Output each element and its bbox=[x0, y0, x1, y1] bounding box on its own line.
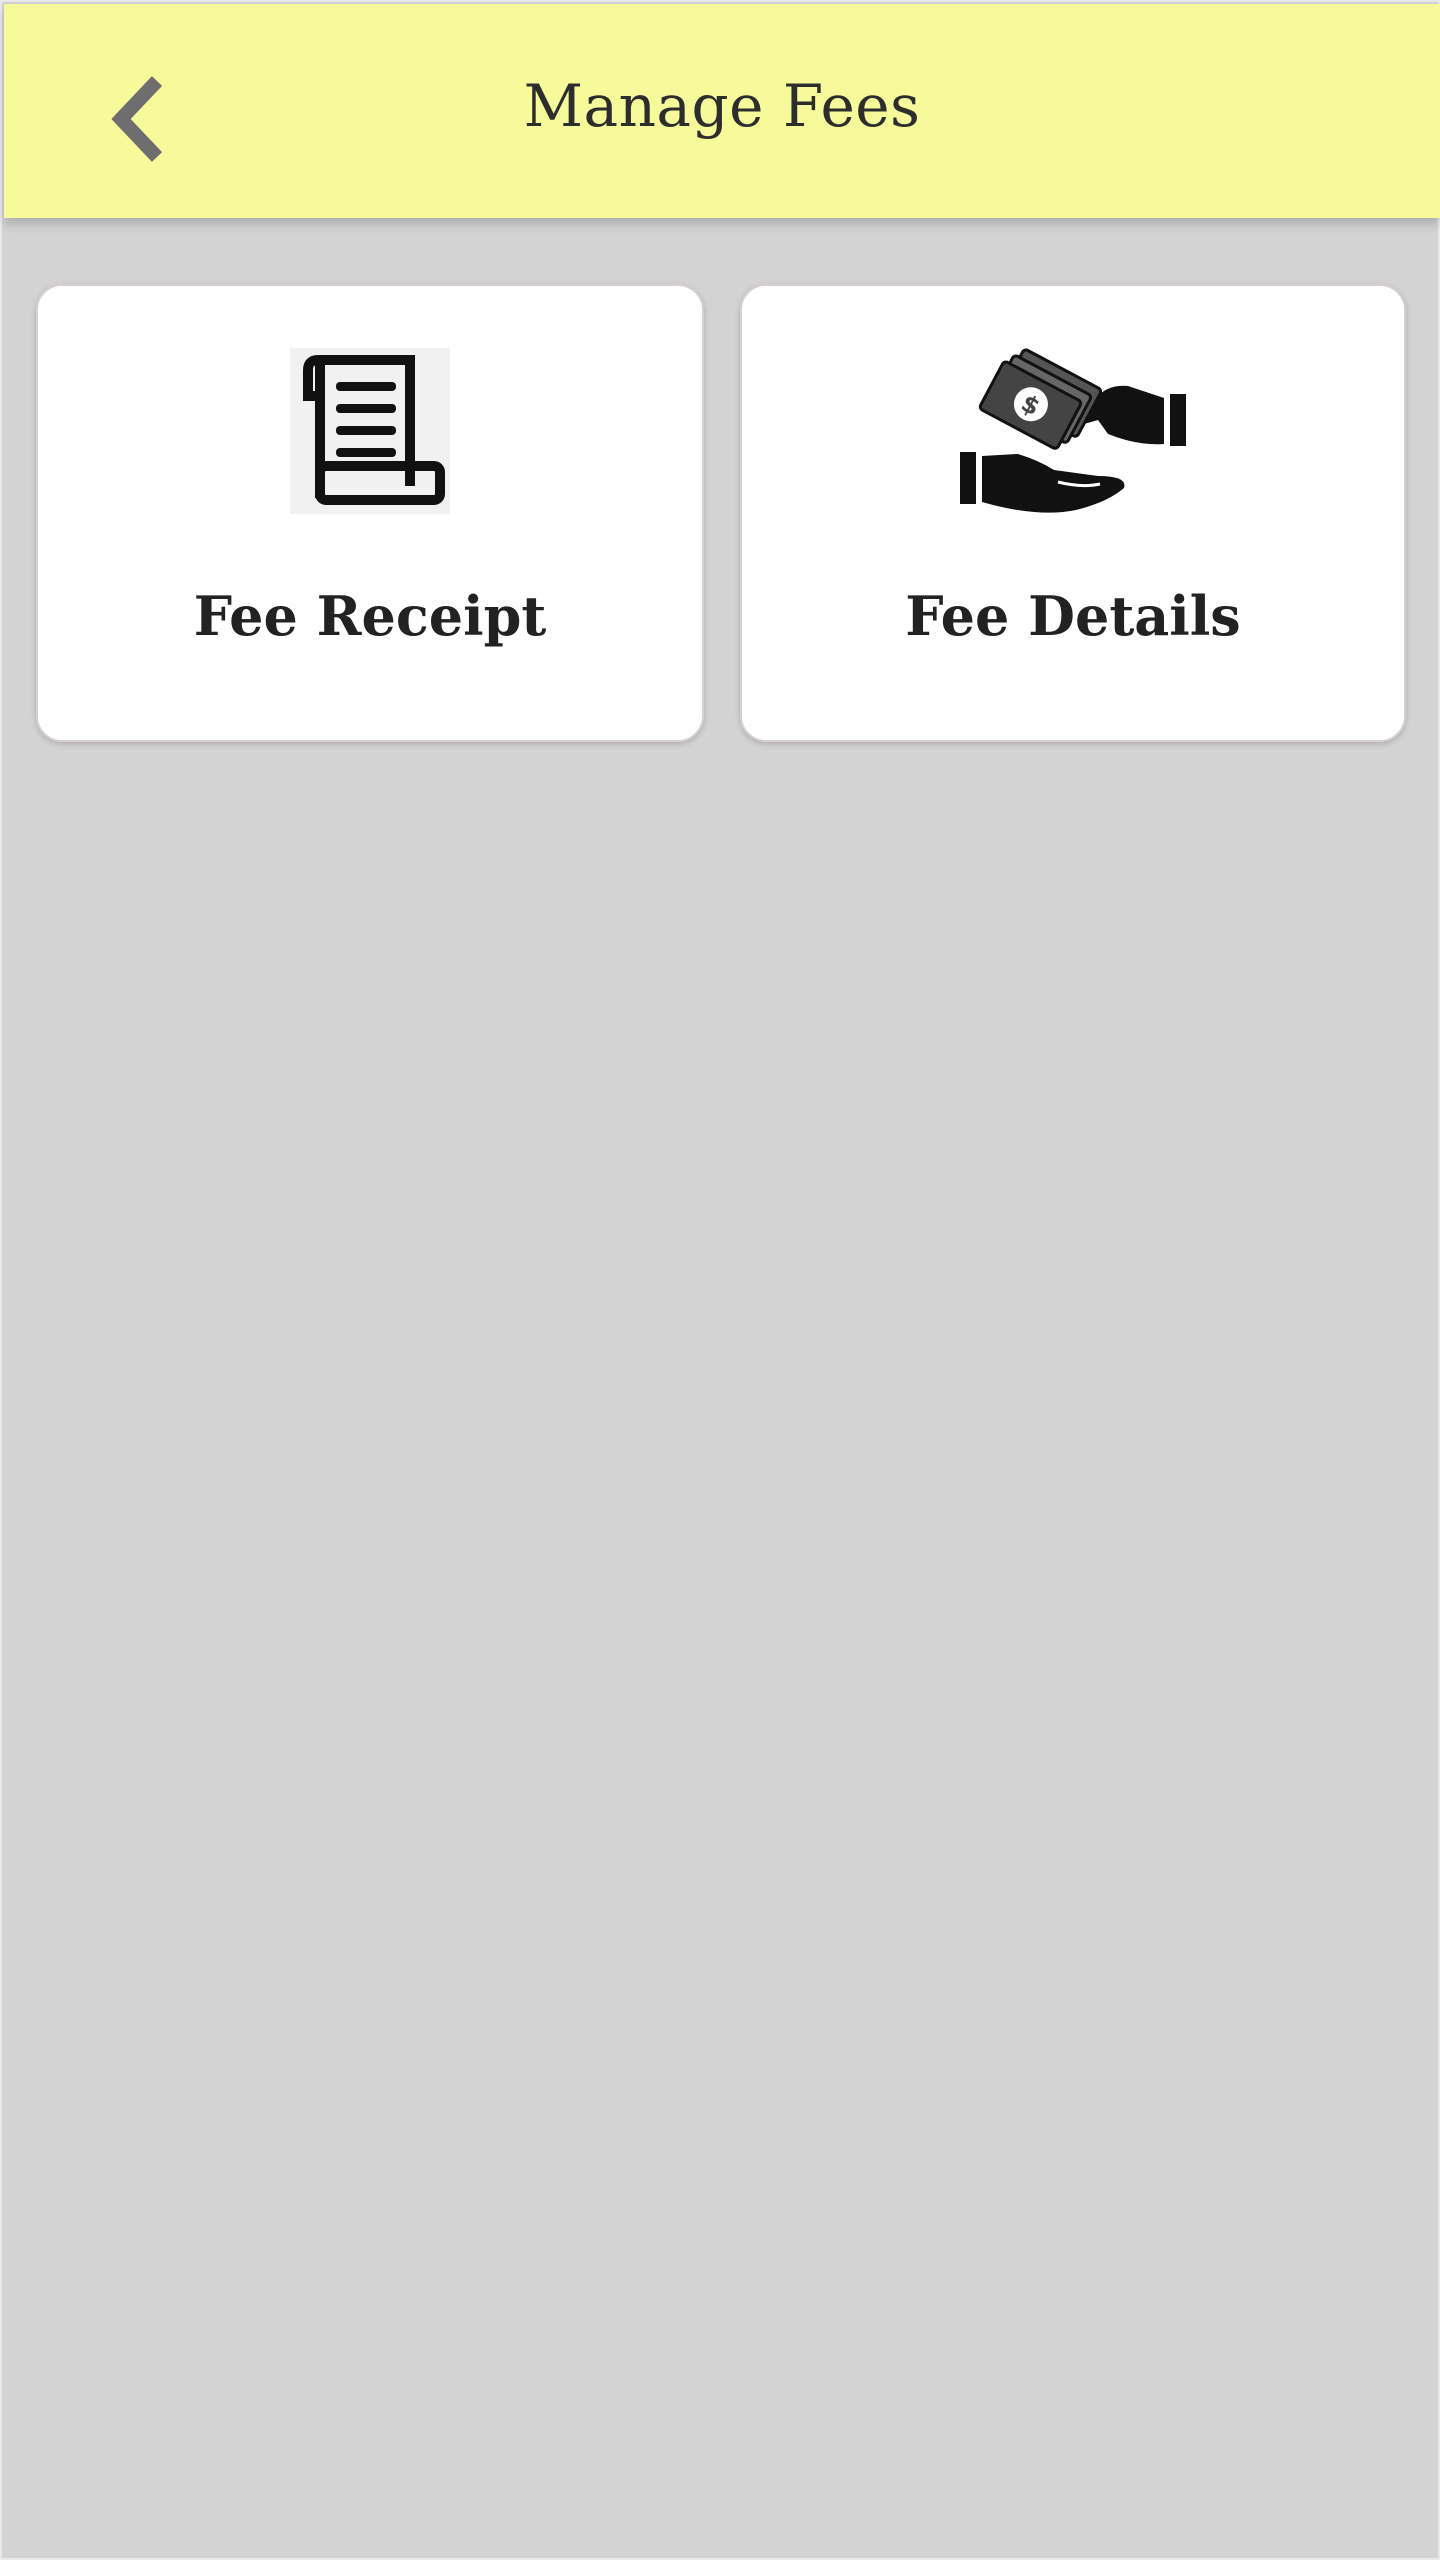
app-screen: Manage Fees Fee Receipt $ Fee Details bbox=[0, 0, 1440, 2560]
fee-details-label: Fee Details bbox=[905, 584, 1241, 648]
page-title: Manage Fees bbox=[523, 72, 921, 140]
fee-details-card[interactable]: $ Fee Details bbox=[740, 284, 1406, 742]
money-handover-icon: $ bbox=[958, 342, 1188, 522]
fee-receipt-label: Fee Receipt bbox=[193, 584, 547, 648]
fee-receipt-card[interactable]: Fee Receipt bbox=[36, 284, 704, 742]
receipt-scroll-icon bbox=[290, 348, 450, 514]
app-bar: Manage Fees bbox=[4, 4, 1440, 218]
